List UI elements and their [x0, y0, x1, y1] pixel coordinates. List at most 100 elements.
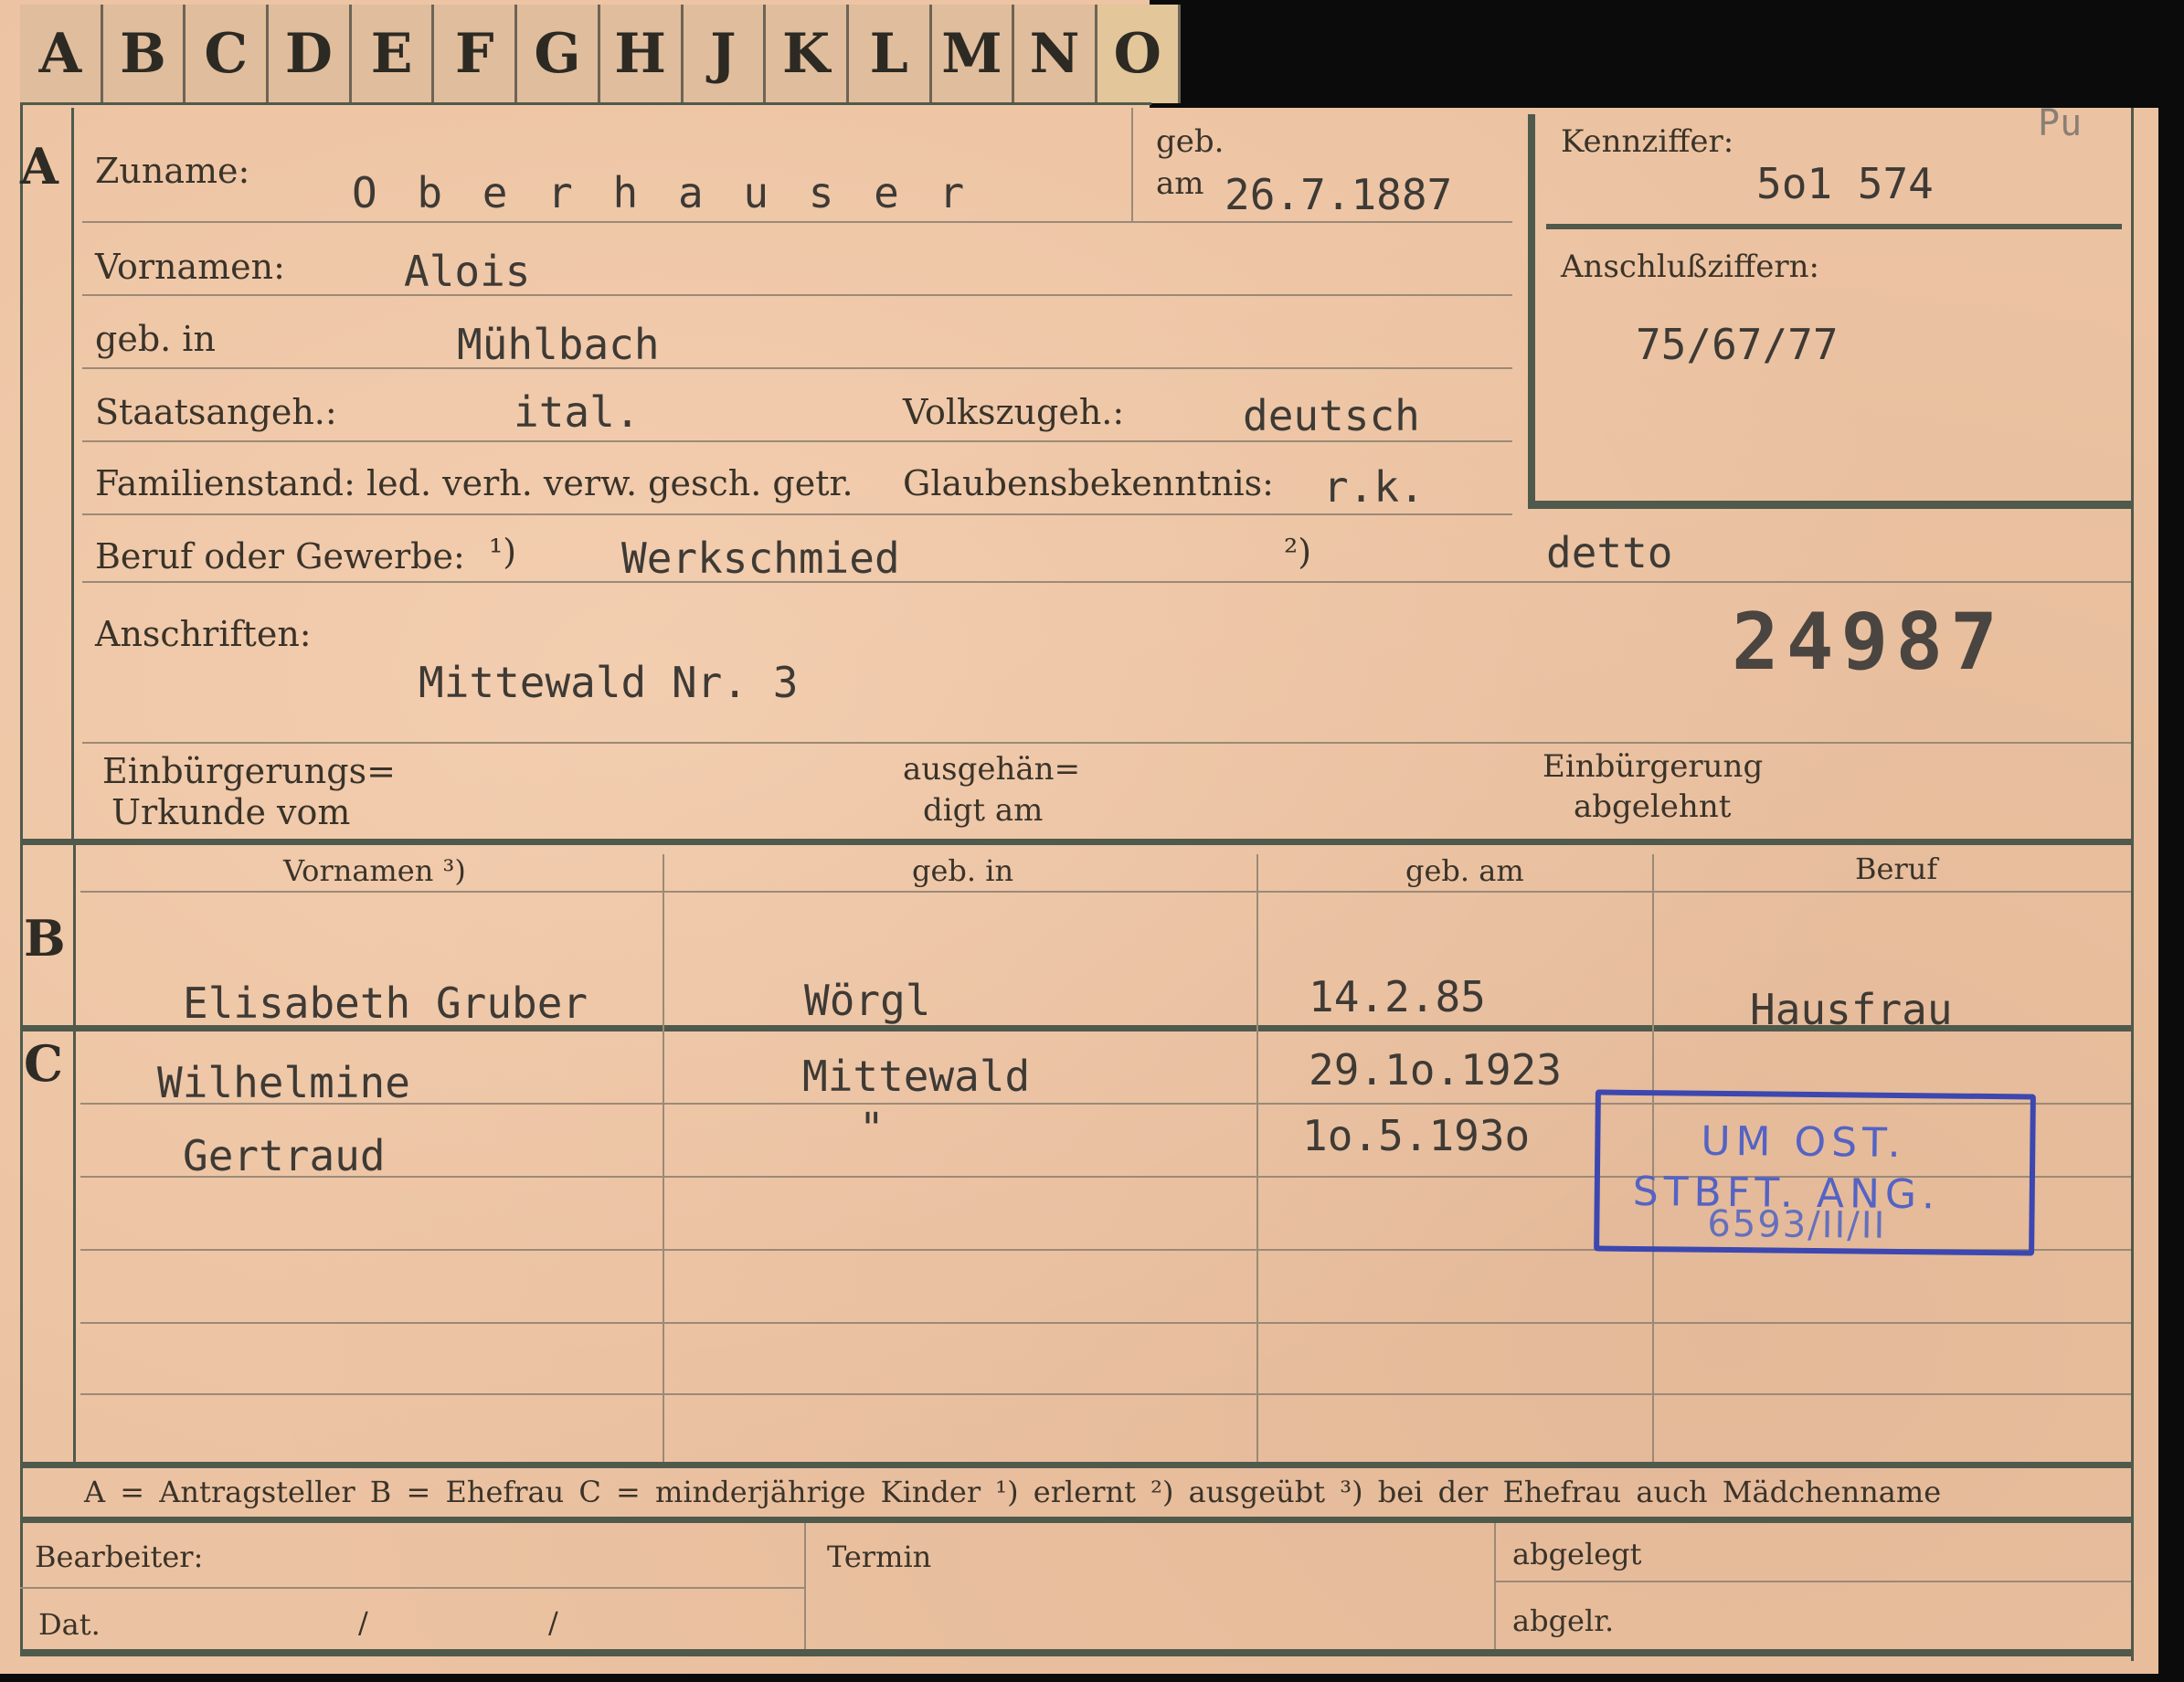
rule-a6: [82, 581, 2131, 583]
label-kennziffer: Kennziffer:: [1561, 123, 1734, 160]
registration-card: A B C D E F G H J K L M N O A B C Zuname…: [0, 0, 2184, 1682]
rule-c5: [80, 1393, 2131, 1395]
label-vornamen: Vornamen:: [95, 247, 285, 287]
footer-bearbeiter: Bearbeiter:: [35, 1539, 204, 1574]
footer-dat: Dat.: [38, 1607, 101, 1642]
label-footnote-2: ²): [1284, 532, 1312, 572]
rule-a3: [82, 367, 1512, 369]
value-occupation-practiced: detto: [1546, 528, 1673, 577]
value-anschlussziffern: 75/67/77: [1636, 320, 1839, 369]
tab-k[interactable]: K: [766, 5, 849, 103]
rule-footer-left: [20, 1587, 804, 1589]
tab-n[interactable]: N: [1014, 5, 1097, 103]
footer-date-slash-2: /: [548, 1605, 558, 1640]
value-birthplace: Mühlbach: [457, 320, 660, 369]
tab-g[interactable]: G: [517, 5, 600, 103]
tab-c[interactable]: C: [186, 5, 270, 103]
kennziffer-box-bottom: [1528, 501, 2131, 509]
label-anschriften: Anschriften:: [95, 614, 312, 654]
label-anschlussziffern: Anschlußziffern:: [1561, 249, 1819, 285]
value-surname: O b e r h a u s e r: [352, 168, 972, 217]
tab-a[interactable]: A: [20, 5, 103, 103]
rule-a4: [82, 440, 1512, 442]
tab-l[interactable]: L: [848, 5, 932, 103]
rule-geb-divider: [1131, 108, 1133, 221]
rule-legend-top: [20, 1462, 2133, 1468]
label-geb: geb.: [1156, 123, 1225, 160]
footer-termin: Termin: [827, 1539, 932, 1574]
child-1-birthplace: Mittewald: [802, 1052, 1031, 1101]
section-c-letter: C: [24, 1034, 63, 1093]
rule-a7: [82, 742, 2131, 744]
tab-b[interactable]: B: [102, 5, 186, 103]
footer-date-slash-1: /: [358, 1605, 368, 1640]
label-geb-in: geb. in: [95, 319, 216, 359]
legend: A = Antragsteller B = Ehefrau C = minder…: [84, 1475, 1942, 1509]
rule-a1: [82, 221, 1512, 223]
office-stamp: UM OST. STBFT. ANG. 6593/II/II: [1594, 1089, 2036, 1256]
stamp-line-1: UM OST.: [1701, 1117, 1906, 1168]
child-2-name: Gertraud: [183, 1131, 386, 1180]
label-einbuergerungs-urkunde-2: Urkunde vom: [111, 792, 351, 832]
child-1-name: Wilhelmine: [157, 1058, 410, 1107]
rule-section-col-bc: [73, 845, 76, 1465]
footer-abgelegt: abgelegt: [1512, 1537, 1642, 1571]
tab-f[interactable]: F: [434, 5, 518, 103]
value-birth-date: 26.7.1887: [1225, 170, 1453, 219]
tab-m[interactable]: M: [931, 5, 1015, 103]
label-volkszugeh: Volkszugeh.:: [903, 392, 1125, 432]
tab-o[interactable]: O: [1097, 5, 1181, 103]
spouse-birth-date: 14.2.85: [1309, 972, 1486, 1021]
stamp-reference: 6593/II/II: [1707, 1202, 1887, 1247]
tab-d[interactable]: D: [269, 5, 352, 103]
rule-col-2: [1256, 854, 1258, 1465]
value-religion: r.k.: [1323, 462, 1425, 512]
label-staatsangeh: Staatsangeh.:: [95, 392, 337, 432]
section-b-letter: B: [24, 909, 66, 968]
value-address: Mittewald Nr. 3: [419, 658, 799, 707]
rule-a2: [82, 294, 1512, 296]
rule-col-1: [663, 854, 664, 1465]
child-1-birth-date: 29.1o.1923: [1309, 1045, 1562, 1095]
value-ethnicity: deutsch: [1243, 391, 1420, 440]
background-top-right: [1150, 0, 2184, 108]
tab-e[interactable]: E: [351, 5, 435, 103]
rule-left: [20, 102, 23, 1656]
value-corner-mark: Pu: [2038, 102, 2083, 144]
rule-section-b-top: [20, 839, 2133, 845]
index-tabs: A B C D E F G H J K L M N O: [20, 5, 1181, 103]
tab-j[interactable]: J: [683, 5, 767, 103]
rule-a5: [82, 513, 1512, 515]
header-vornamen: Vornamen ³): [283, 853, 466, 888]
section-a-letter: A: [20, 137, 58, 196]
tab-h[interactable]: H: [599, 5, 684, 103]
label-familienstand: Familienstand: led. verh. verw. gesch. g…: [95, 463, 853, 503]
rule-table-header: [80, 891, 2131, 893]
label-einbuergerungs-urkunde-1: Einbürgerungs=: [102, 751, 396, 791]
label-glaubensbekenntnis: Glaubensbekenntnis:: [903, 463, 1274, 503]
value-citizenship: ital.: [514, 387, 641, 437]
background-right: [2158, 0, 2184, 1682]
value-kennziffer: 5o1 574: [1756, 159, 1934, 208]
background-bottom: [0, 1674, 2184, 1682]
rule-footer-col-1: [804, 1523, 806, 1651]
spouse-occupation: Hausfrau: [1750, 985, 1953, 1034]
spouse-birthplace: Wörgl: [804, 976, 931, 1025]
child-2-birth-date: 1o.5.193o: [1302, 1111, 1531, 1160]
header-beruf: Beruf: [1855, 852, 1938, 886]
label-ausgehaendigt-2: digt am: [923, 792, 1044, 829]
value-file-number: 24987: [1732, 597, 2005, 688]
label-ausgehaendigt-1: ausgehän=: [903, 751, 1081, 788]
rule-section-col-a: [71, 108, 74, 839]
value-occupation-learned: Werkschmied: [621, 534, 900, 583]
header-geb-am: geb. am: [1405, 853, 1524, 888]
rule-footer-right: [1494, 1581, 2131, 1582]
header-geb-in: geb. in: [912, 853, 1014, 888]
rule-footer-col-2: [1494, 1523, 1496, 1651]
value-first-names: Alois: [404, 247, 531, 296]
label-einbuergerung-abgelehnt-2: abgelehnt: [1574, 788, 1732, 825]
card-paper: [0, 0, 2158, 1674]
label-beruf: Beruf oder Gewerbe:: [95, 536, 465, 577]
label-einbuergerung-abgelehnt-1: Einbürgerung: [1543, 748, 1764, 785]
rule-bottom: [20, 1649, 2133, 1656]
